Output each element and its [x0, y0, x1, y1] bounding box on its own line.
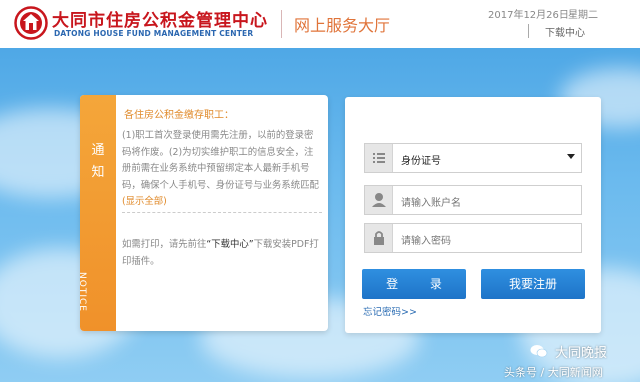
account-input[interactable]: 请输入账户名	[364, 185, 582, 215]
notice-body-text: (1)职工首次登录使用需先注册，以前的登录密码将作废。(2)为切实维护职工的信息…	[122, 130, 319, 191]
download-separator	[528, 24, 529, 38]
notice-tab-label-cn: 通知	[91, 143, 105, 180]
print-hint-pre: 如需打印，请先前往	[122, 239, 207, 250]
service-hall-title: 网上服务大厅	[294, 16, 391, 35]
user-icon	[365, 186, 393, 214]
watermark-sub: 头条号 / 大同新闻网	[504, 366, 603, 379]
org-name-cn: 大同市住房公积金管理中心	[52, 11, 268, 31]
current-date: 2017年12月26日	[488, 10, 569, 21]
org-name-en: DATONG HOUSE FUND MANAGEMENT CENTER	[54, 29, 254, 38]
notice-print-hint: 如需打印，请先前往“下载中心”下载安装PDF打印插件。	[122, 236, 322, 270]
list-icon	[365, 144, 393, 172]
housing-fund-logo-icon	[14, 6, 48, 40]
password-input[interactable]: 请输入密码	[364, 223, 582, 253]
header-bar: 大同市住房公积金管理中心 DATONG HOUSE FUND MANAGEMEN…	[0, 0, 640, 48]
notice-title: 各住房公积金缴存职工：	[124, 110, 234, 121]
notice-tab-label-en: NOTICE	[77, 272, 87, 312]
print-download-center-link[interactable]: “下载中心”	[206, 239, 253, 250]
download-center-link[interactable]: 下载中心	[545, 24, 585, 39]
password-placeholder: 请输入密码	[401, 236, 451, 247]
forgot-password-link[interactable]: 忘记密码>>	[363, 304, 417, 318]
wechat-icon	[530, 345, 548, 358]
watermark-name: 大同晚报	[555, 346, 608, 361]
current-weekday: 星期二	[568, 10, 598, 21]
dropdown-arrow-icon	[567, 154, 575, 159]
account-placeholder: 请输入账户名	[401, 198, 461, 209]
login-button[interactable]: 登 录	[362, 269, 466, 299]
show-all-link[interactable]: (显示全部)	[122, 196, 167, 207]
notice-body: (1)职工首次登录使用需先注册，以前的登录密码将作废。(2)为切实维护职工的信息…	[122, 128, 322, 211]
header-divider	[281, 10, 282, 38]
id-type-select[interactable]: 身份证号	[364, 143, 582, 173]
id-type-value: 身份证号	[401, 156, 441, 167]
notice-divider	[122, 212, 322, 213]
lock-icon	[365, 224, 393, 252]
register-button[interactable]: 我要注册	[481, 269, 585, 299]
